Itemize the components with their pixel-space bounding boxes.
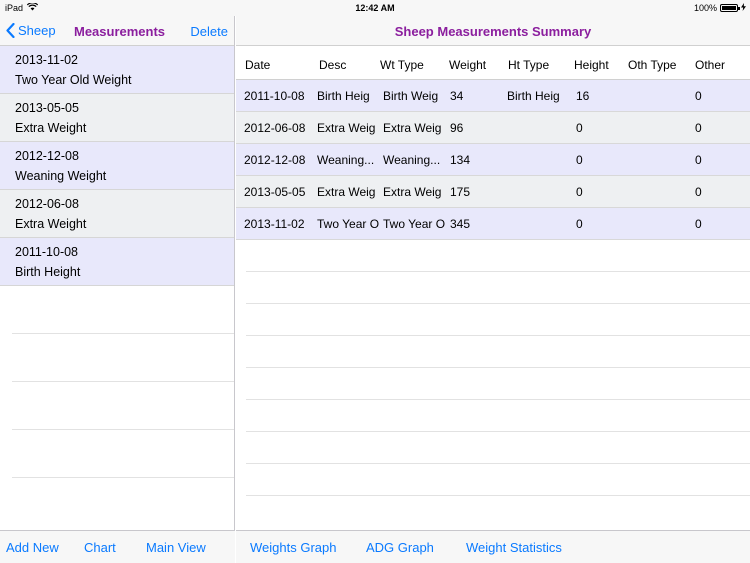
chart-button[interactable]: Chart — [84, 540, 116, 555]
weights-graph-button[interactable]: Weights Graph — [250, 540, 336, 555]
empty-table-row — [246, 368, 750, 400]
column-header-other: Other — [695, 58, 726, 72]
cell-date: 2012-06-08 — [244, 121, 306, 135]
empty-list-row — [12, 286, 234, 334]
cell-desc: Extra Weig — [317, 121, 376, 135]
detail-title: Sheep Measurements Summary — [394, 24, 592, 39]
measurement-list-item[interactable]: 2013-11-02 Two Year Old Weight — [0, 46, 234, 94]
master-nav-bar: Sheep Measurements Delete — [0, 16, 234, 46]
table-row[interactable]: 2011-10-08 Birth Heig Birth Weig 34 Birt… — [236, 80, 750, 112]
empty-list-row — [12, 382, 234, 430]
column-header-desc: Desc — [319, 58, 347, 72]
cell-weight: 134 — [450, 153, 471, 167]
cell-ht-type: Birth Heig — [507, 89, 560, 103]
table-row[interactable]: 2013-11-02 Two Year O Two Year O 345 0 0 — [236, 208, 750, 240]
cell-height: 0 — [576, 153, 583, 167]
cell-weight: 345 — [450, 217, 471, 231]
cell-weight: 34 — [450, 89, 464, 103]
status-time: 12:42 AM — [355, 3, 395, 13]
measurement-date: 2013-05-05 — [15, 101, 79, 115]
measurement-list: 2013-11-02 Two Year Old Weight 2013-05-0… — [0, 46, 234, 478]
cell-other: 0 — [695, 121, 702, 135]
empty-list-row — [12, 334, 234, 382]
cell-weight: 96 — [450, 121, 464, 135]
measurement-date: 2012-06-08 — [15, 197, 79, 211]
column-header-ht-type: Ht Type — [508, 58, 550, 72]
back-button-label: Sheep — [18, 23, 56, 38]
cell-desc: Birth Heig — [317, 89, 370, 103]
detail-pane: Sheep Measurements Summary Date Desc Wt … — [236, 16, 750, 563]
table-row[interactable]: 2013-05-05 Extra Weig Extra Weig 175 0 0 — [236, 176, 750, 208]
cell-wt-type: Two Year O — [383, 217, 445, 231]
status-bar: iPad 12:42 AM 100% — [0, 0, 750, 16]
charging-bolt-icon — [741, 3, 746, 13]
measurement-list-item[interactable]: 2013-05-05 Extra Weight — [0, 94, 234, 142]
master-pane: Sheep Measurements Delete 2013-11-02 Two… — [0, 16, 235, 563]
cell-other: 0 — [695, 217, 702, 231]
master-toolbar: Add New Chart Main View — [0, 530, 235, 563]
cell-desc: Weaning... — [317, 153, 375, 167]
measurement-date: 2013-11-02 — [15, 53, 79, 67]
battery-fill — [722, 6, 736, 10]
empty-table-row — [246, 272, 750, 304]
empty-table-row — [246, 432, 750, 464]
measurement-desc: Extra Weight — [15, 121, 87, 135]
chevron-left-icon — [6, 23, 15, 38]
cell-desc: Two Year O — [317, 217, 379, 231]
cell-height: 0 — [576, 121, 583, 135]
cell-date: 2011-10-08 — [244, 89, 305, 103]
table-body: 2011-10-08 Birth Heig Birth Weig 34 Birt… — [236, 80, 750, 496]
measurement-list-item[interactable]: 2012-12-08 Weaning Weight — [0, 142, 234, 190]
weight-statistics-button[interactable]: Weight Statistics — [466, 540, 562, 555]
empty-table-row — [246, 336, 750, 368]
table-row[interactable]: 2012-12-08 Weaning... Weaning... 134 0 0 — [236, 144, 750, 176]
measurement-desc: Birth Height — [15, 265, 81, 279]
empty-list-row — [12, 430, 234, 478]
cell-weight: 175 — [450, 185, 471, 199]
column-header-wt-type: Wt Type — [380, 58, 424, 72]
add-new-button[interactable]: Add New — [6, 540, 59, 555]
cell-height: 0 — [576, 185, 583, 199]
empty-table-row — [246, 464, 750, 496]
master-title: Measurements — [74, 24, 166, 39]
measurement-desc: Weaning Weight — [15, 169, 107, 183]
cell-other: 0 — [695, 185, 702, 199]
measurement-date: 2011-10-08 — [15, 245, 79, 259]
empty-table-row — [246, 240, 750, 272]
cell-desc: Extra Weig — [317, 185, 376, 199]
main-view-button[interactable]: Main View — [146, 540, 206, 555]
cell-other: 0 — [695, 153, 702, 167]
detail-toolbar: Weights Graph ADG Graph Weight Statistic… — [236, 530, 750, 563]
cell-wt-type: Weaning... — [383, 153, 441, 167]
measurement-date: 2012-12-08 — [15, 149, 79, 163]
table-row[interactable]: 2012-06-08 Extra Weig Extra Weig 96 0 0 — [236, 112, 750, 144]
cell-date: 2012-12-08 — [244, 153, 306, 167]
column-header-height: Height — [574, 58, 609, 72]
table-header: Date Desc Wt Type Weight Ht Type Height … — [236, 46, 750, 80]
status-right: 100% — [694, 3, 746, 13]
delete-button[interactable]: Delete — [190, 24, 228, 39]
cell-height: 0 — [576, 217, 583, 231]
cell-wt-type: Extra Weig — [383, 121, 442, 135]
measurement-list-item[interactable]: 2012-06-08 Extra Weight — [0, 190, 234, 238]
measurement-list-item[interactable]: 2011-10-08 Birth Height — [0, 238, 234, 286]
column-header-oth-type: Oth Type — [628, 58, 677, 72]
adg-graph-button[interactable]: ADG Graph — [366, 540, 434, 555]
empty-table-row — [246, 304, 750, 336]
empty-table-row — [246, 400, 750, 432]
column-header-date: Date — [245, 58, 271, 72]
measurement-desc: Two Year Old Weight — [15, 73, 132, 87]
cell-other: 0 — [695, 89, 702, 103]
detail-nav-bar: Sheep Measurements Summary — [236, 16, 750, 46]
cell-date: 2013-11-02 — [244, 217, 305, 231]
battery-icon — [720, 4, 740, 12]
battery-percent: 100% — [693, 3, 717, 13]
column-header-weight: Weight — [449, 58, 487, 72]
cell-date: 2013-05-05 — [244, 185, 306, 199]
cell-height: 16 — [576, 89, 590, 103]
cell-wt-type: Extra Weig — [383, 185, 442, 199]
cell-wt-type: Birth Weig — [383, 89, 439, 103]
measurement-desc: Extra Weight — [15, 217, 87, 231]
back-button[interactable]: Sheep — [6, 23, 56, 38]
